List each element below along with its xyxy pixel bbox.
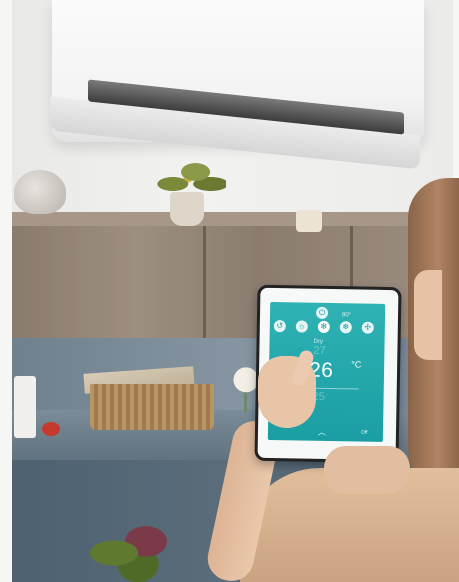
temp-above[interactable]: 27 <box>313 345 325 357</box>
woman-hand-holding <box>324 446 410 494</box>
woman-face <box>414 270 442 360</box>
fan-speed-icon[interactable]: ✢ <box>361 321 374 334</box>
status-text[interactable]: Off <box>361 430 368 436</box>
left-frame <box>0 0 12 582</box>
photo-scene: ⏻ 80° ↺ ☼ ✻ ❄ ✢ Dry 27 26 °C 25 ︿ Off <box>0 0 459 582</box>
fan-icon[interactable]: ✻ <box>317 320 330 334</box>
apple <box>42 422 60 436</box>
wicker-basket <box>90 384 214 430</box>
snowflake-icon[interactable]: ❄ <box>339 321 352 334</box>
candle <box>296 210 322 232</box>
cabinet-top <box>12 212 424 226</box>
foreground-plant <box>90 524 170 582</box>
power-icon[interactable]: ⏻ <box>315 306 329 319</box>
vase <box>14 170 66 214</box>
mode-icon-row: ↺ ☼ ✻ ❄ ✢ <box>273 320 382 336</box>
jar <box>14 376 36 438</box>
swing-icon[interactable]: ↺ <box>273 320 286 333</box>
sun-icon[interactable]: ☼ <box>295 320 308 333</box>
chevron-up-icon[interactable]: ︿ <box>318 427 326 438</box>
temperature-unit: °C <box>351 359 362 370</box>
plant-pot <box>170 192 204 226</box>
tablet-status-reading: 80° <box>341 312 352 319</box>
cabinet-seam <box>203 226 206 338</box>
